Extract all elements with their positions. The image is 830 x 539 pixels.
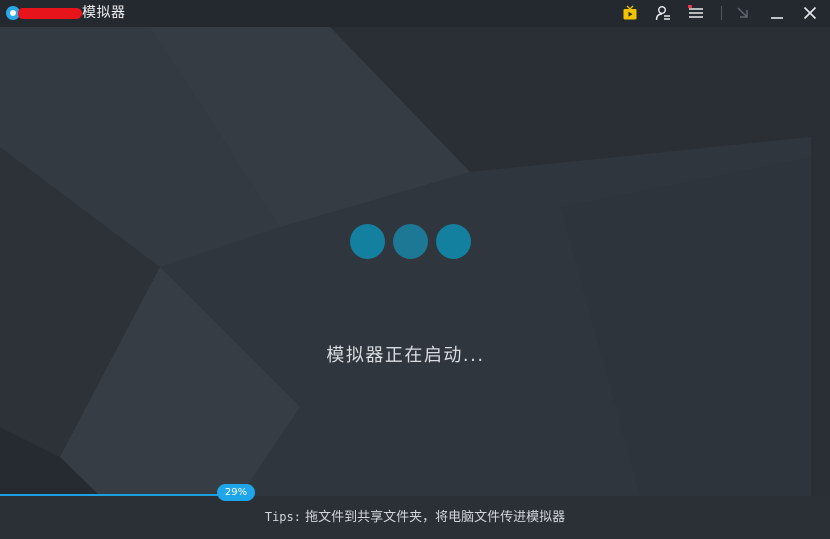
title-bar-divider	[721, 6, 722, 20]
loading-dots	[350, 224, 474, 260]
tips-message: Tips: 拖文件到共享文件夹，将电脑文件传进模拟器	[0, 509, 830, 526]
notification-dot-icon	[688, 5, 692, 9]
tips-bar: Tips: 拖文件到共享文件夹，将电脑文件传进模拟器	[0, 497, 830, 539]
close-icon[interactable]	[800, 3, 820, 23]
progress-percent-badge: 29%	[217, 484, 255, 501]
emulator-window: 模拟器 模拟器正在启动... Tips: 拖文件到共享文件夹，将电脑文件传进模拟…	[0, 0, 830, 539]
app-title: 模拟器	[82, 5, 126, 21]
startup-status-text: 模拟器正在启动...	[326, 345, 485, 366]
redacted-app-name	[18, 8, 82, 19]
loading-dot	[350, 224, 385, 259]
user-key-icon[interactable]	[653, 3, 673, 23]
tips-prefix: Tips:	[264, 510, 301, 524]
title-bar[interactable]: 模拟器	[0, 0, 830, 27]
tv-icon[interactable]	[620, 3, 640, 23]
arrow-down-right-icon[interactable]	[733, 3, 753, 23]
loading-dot	[436, 224, 471, 259]
progress-fill	[0, 494, 235, 496]
loading-screen: 模拟器正在启动...	[0, 27, 811, 496]
menu-icon[interactable]	[686, 3, 706, 23]
minimize-icon[interactable]	[767, 3, 787, 23]
tips-content: 拖文件到共享文件夹，将电脑文件传进模拟器	[300, 510, 566, 525]
loading-dot	[393, 224, 428, 259]
right-edge-strip	[811, 27, 830, 497]
background-art	[0, 27, 811, 496]
loading-progress-bar: 29%	[0, 484, 811, 501]
